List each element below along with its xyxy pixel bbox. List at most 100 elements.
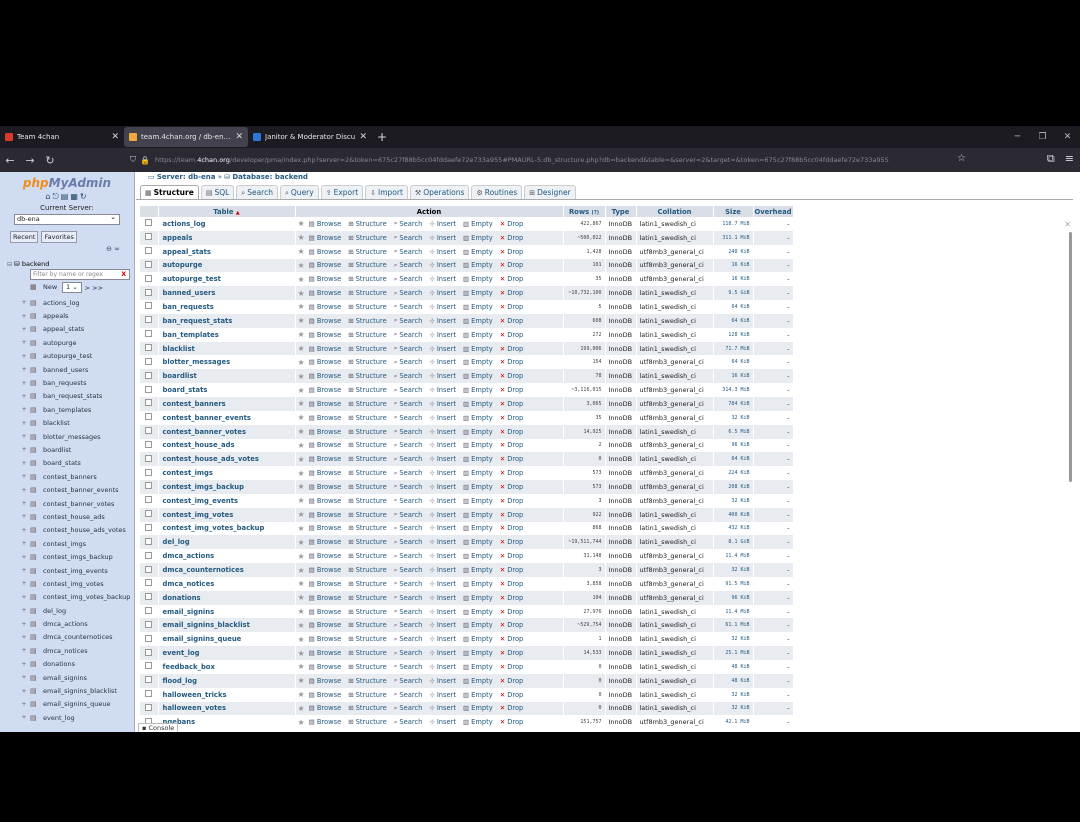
search-action[interactable]: ⌕ Search — [394, 538, 423, 547]
insert-action[interactable]: ⊹ Insert — [429, 704, 456, 712]
insert-action[interactable]: ⊹ Insert — [429, 663, 456, 671]
structure-action[interactable]: ⊞ Structure — [348, 621, 387, 629]
menu-icon[interactable]: ≡ — [1065, 152, 1074, 166]
browse-action[interactable]: ▤ Browse — [309, 621, 342, 629]
search-action[interactable]: ⌕ Search — [394, 662, 423, 671]
sidebar-item-email_signins_queue[interactable]: + ▤ email_signins_queue — [0, 698, 134, 711]
insert-action[interactable]: ⊹ Insert — [429, 414, 456, 422]
browse-action[interactable]: ▤ Browse — [309, 372, 342, 380]
size-link[interactable]: 61.1 MiB — [713, 618, 754, 633]
empty-action[interactable]: ▥ Empty — [463, 621, 493, 629]
empty-action[interactable]: ▥ Empty — [463, 303, 493, 311]
structure-action[interactable]: ⊞ Structure — [348, 441, 387, 449]
size-link[interactable]: 128 KiB — [713, 327, 754, 342]
row-checkbox[interactable] — [145, 703, 152, 711]
table-name-link[interactable]: contest_house_ads — [158, 438, 296, 453]
browse-action[interactable]: ▤ Browse — [309, 358, 342, 366]
new-tab-icon[interactable]: + — [372, 126, 392, 148]
expand-icon[interactable]: + — [20, 406, 28, 413]
table-name-link[interactable]: board_stats — [158, 383, 296, 397]
size-link[interactable]: 64 KiB — [713, 300, 754, 314]
table-name-link[interactable]: ban_request_stats — [158, 313, 296, 328]
browse-action[interactable]: ▤ Browse — [309, 386, 342, 394]
size-link[interactable]: 11.4 MiB — [713, 549, 754, 564]
insert-action[interactable]: ⊹ Insert — [429, 621, 456, 629]
structure-action[interactable]: ⊞ Structure — [348, 289, 387, 297]
drop-action[interactable]: ✕ Drop — [500, 594, 524, 602]
expand-icon[interactable]: + — [20, 500, 28, 507]
insert-action[interactable]: ⊹ Insert — [429, 441, 456, 449]
size-link[interactable]: 208 KiB — [713, 480, 754, 494]
structure-action[interactable]: ⊞ Structure — [348, 663, 387, 671]
structure-action[interactable]: ⊞ Structure — [348, 345, 387, 353]
insert-action[interactable]: ⊹ Insert — [429, 649, 456, 657]
empty-action[interactable]: ▥ Empty — [463, 511, 493, 519]
row-checkbox[interactable] — [145, 247, 152, 255]
row-checkbox[interactable] — [145, 302, 152, 310]
insert-action[interactable]: ⊹ Insert — [429, 428, 456, 436]
empty-action[interactable]: ▥ Empty — [463, 358, 493, 366]
row-checkbox[interactable] — [145, 274, 152, 282]
favorite-star-icon[interactable]: ★ — [298, 275, 305, 284]
browse-action[interactable]: ▤ Browse — [309, 649, 342, 657]
size-link[interactable]: 432 KiB — [713, 521, 754, 536]
tab-structure[interactable]: ▦ Structure — [140, 185, 199, 199]
breadcrumb-server[interactable]: Server: db-ena — [157, 173, 216, 181]
structure-action[interactable]: ⊞ Structure — [348, 497, 387, 505]
insert-action[interactable]: ⊹ Insert — [429, 234, 456, 242]
favorite-star-icon[interactable]: ★ — [298, 593, 305, 602]
favorite-star-icon[interactable]: ★ — [298, 261, 305, 270]
structure-action[interactable]: ⊞ Structure — [348, 691, 387, 699]
table-name-link[interactable]: appeals — [158, 230, 296, 245]
empty-action[interactable]: ▥ Empty — [463, 261, 493, 269]
browse-action[interactable]: ▤ Browse — [309, 718, 342, 726]
row-checkbox[interactable] — [145, 482, 152, 490]
structure-action[interactable]: ⊞ Structure — [348, 566, 387, 574]
expand-icon[interactable]: + — [20, 420, 28, 427]
browse-action[interactable]: ▤ Browse — [309, 608, 342, 616]
empty-action[interactable]: ▥ Empty — [463, 718, 493, 726]
browse-action[interactable]: ▤ Browse — [309, 248, 342, 256]
row-checkbox[interactable] — [145, 385, 152, 393]
browse-action[interactable]: ▤ Browse — [309, 497, 342, 505]
table-name-link[interactable]: email_signins_queue — [158, 632, 296, 647]
insert-action[interactable]: ⊹ Insert — [429, 566, 456, 574]
sidebar-item-banned_users[interactable]: + ▤ banned_users — [0, 363, 134, 376]
db-tree-root[interactable]: ⊟ ⛁ backend — [7, 260, 134, 268]
expand-icon[interactable]: + — [20, 433, 28, 440]
row-checkbox[interactable] — [145, 676, 152, 684]
favorite-star-icon[interactable]: ★ — [298, 372, 305, 381]
search-action[interactable]: ⌕ Search — [394, 496, 423, 505]
sidebar-item-blotter_messages[interactable]: + ▤ blotter_messages — [0, 430, 134, 443]
empty-action[interactable]: ▥ Empty — [463, 704, 493, 712]
search-action[interactable]: ⌕ Search — [394, 635, 423, 644]
row-checkbox[interactable] — [145, 344, 152, 352]
expand-icon[interactable]: + — [20, 366, 28, 373]
table-name-link[interactable]: ban_requests — [158, 300, 296, 314]
sidebar-item-dmca_notices[interactable]: + ▤ dmca_notices — [0, 644, 134, 657]
row-checkbox[interactable] — [145, 496, 152, 504]
favorite-star-icon[interactable]: ★ — [298, 718, 305, 727]
drop-action[interactable]: ✕ Drop — [500, 635, 524, 643]
search-action[interactable]: ⌕ Search — [394, 455, 423, 464]
search-action[interactable]: ⌕ Search — [394, 621, 423, 630]
table-name-link[interactable]: contest_banner_events — [158, 410, 296, 425]
insert-action[interactable]: ⊹ Insert — [429, 552, 456, 560]
size-link[interactable]: 11.4 MiB — [713, 604, 754, 619]
empty-action[interactable]: ▥ Empty — [463, 594, 493, 602]
search-action[interactable]: ⌕ Search — [394, 261, 423, 270]
size-link[interactable]: 48 KiB — [713, 673, 754, 688]
drop-action[interactable]: ✕ Drop — [500, 261, 524, 269]
search-action[interactable]: ⌕ Search — [394, 524, 423, 533]
expand-icon[interactable]: + — [20, 380, 28, 387]
insert-action[interactable]: ⊹ Insert — [429, 345, 456, 353]
table-name-link[interactable]: ngebans — [158, 715, 296, 730]
sidebar-item-blacklist[interactable]: + ▤ blacklist — [0, 417, 134, 430]
drop-action[interactable]: ✕ Drop — [500, 303, 524, 311]
search-action[interactable]: ⌕ Search — [394, 690, 423, 699]
browse-action[interactable]: ▤ Browse — [309, 441, 342, 449]
drop-action[interactable]: ✕ Drop — [500, 538, 524, 546]
structure-action[interactable]: ⊞ Structure — [348, 718, 387, 726]
sidebar-item-appeals[interactable]: + ▤ appeals — [0, 309, 134, 322]
table-name-link[interactable]: email_signins_blacklist — [158, 618, 296, 633]
